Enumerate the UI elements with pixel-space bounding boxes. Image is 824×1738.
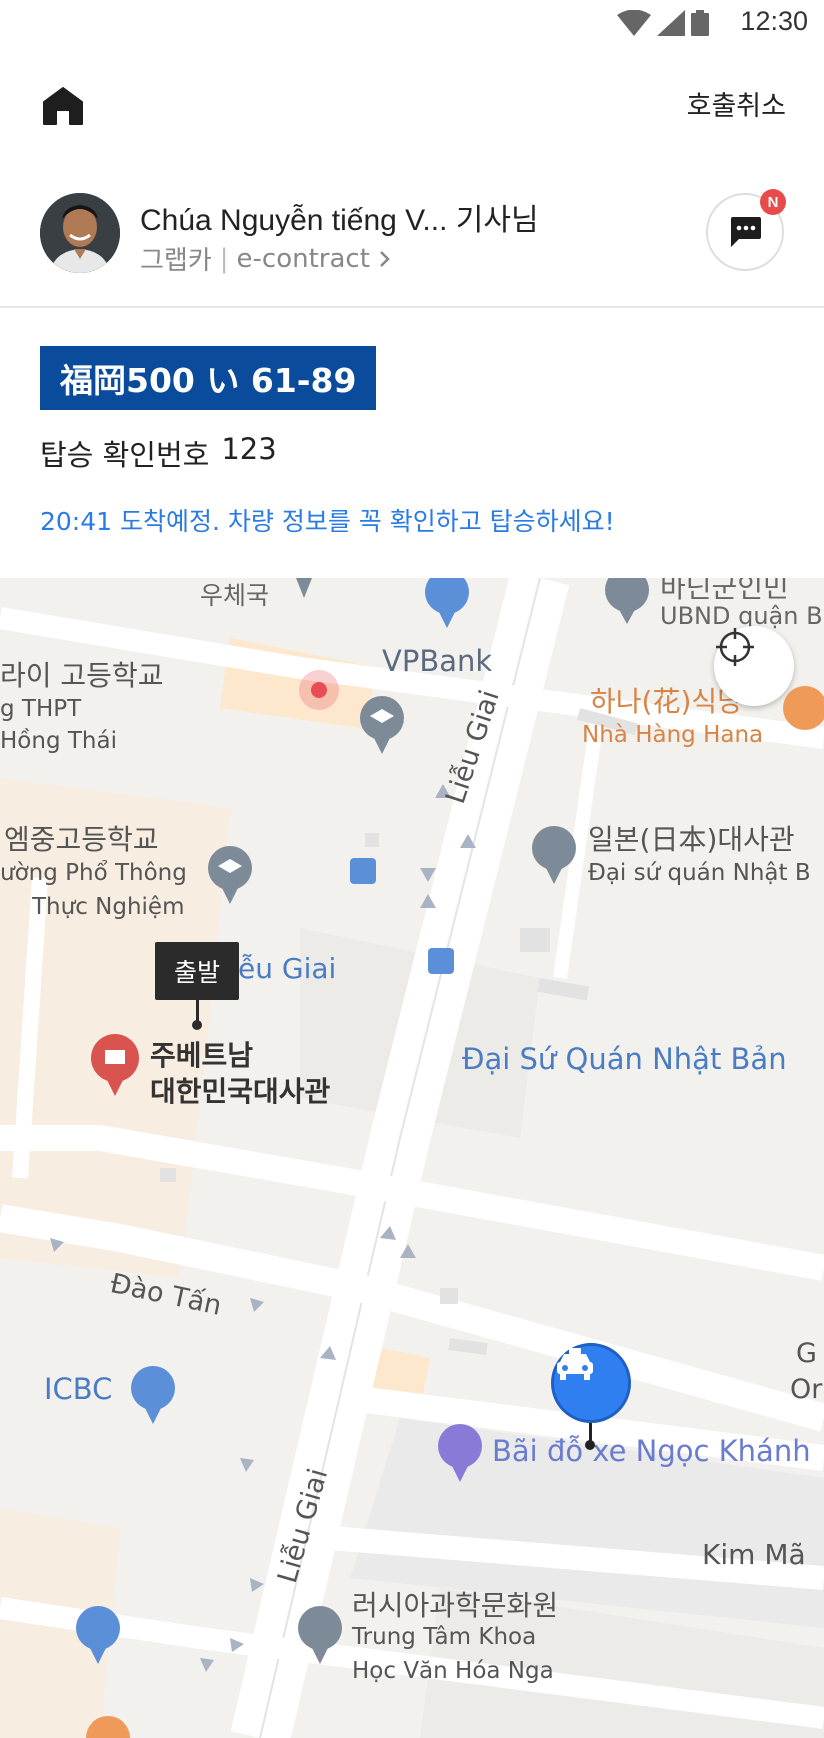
eta-message: 20:41 도착예정. 차량 정보를 꼭 확인하고 탑승하세요!	[40, 507, 615, 536]
e-contract-link[interactable]: e-contract	[237, 244, 370, 274]
map-label-school1-vi1: g THPT	[0, 696, 82, 722]
service-type: 그랩카	[140, 246, 212, 276]
license-plate: 福岡500 い 61-89	[40, 346, 377, 410]
map-label-icbc: ICBC	[44, 1372, 113, 1406]
map-label-or: Or	[790, 1374, 823, 1405]
map-label-vpbank: VPBank	[382, 644, 493, 678]
chevron-right-icon	[380, 250, 390, 267]
taxi-marker[interactable]	[551, 1343, 631, 1423]
taxi-marker-dot	[585, 1440, 595, 1450]
divider	[0, 306, 824, 308]
map-label-parking: Bãi đỗ xe Ngọc Khánh	[492, 1434, 811, 1468]
wifi-icon	[617, 10, 651, 36]
driver-subtitle[interactable]: 그랩카 | e-contract	[140, 240, 392, 277]
map-label-embassy-ko1: 주베트남	[150, 1039, 254, 1072]
driver-photo	[40, 193, 120, 273]
home-icon	[43, 87, 83, 125]
map-label-russia-vi1: Trung Tâm Khoa	[352, 1624, 537, 1650]
cellular-signal-icon	[657, 10, 685, 36]
new-message-badge: N	[760, 189, 786, 215]
driver-name: Chúa Nguyễn tiếng V... 기사님	[140, 204, 539, 237]
map-label-embassy-ko2: 대한민국대사관	[150, 1075, 331, 1108]
map-label-japan-ko: 일본(日本)대사관	[588, 823, 795, 856]
map-canvas	[0, 578, 824, 1738]
car-icon	[557, 1348, 593, 1380]
map-label-kim-ma: Kim Mã	[702, 1538, 806, 1571]
map-view[interactable]: 우체국 VPBank 바딘군인민 UBND quận B 라이 고등학교 g T…	[0, 578, 824, 1738]
boarding-confirmation: 탑승 확인번호 123	[40, 432, 277, 474]
home-button[interactable]	[40, 82, 86, 128]
departure-marker[interactable]: 출발	[155, 942, 239, 1000]
map-label-school1-ko: 라이 고등학교	[0, 659, 164, 692]
map-label-school2-ko: 엠중고등학교	[4, 823, 159, 856]
map-label-hana-vi: Nhà Hàng Hana	[582, 722, 764, 748]
map-label-post-office: 우체국	[200, 581, 270, 610]
departure-marker-dot	[192, 1020, 202, 1030]
map-label-school2-vi1: ường Phổ Thông	[0, 860, 187, 886]
chat-icon	[731, 217, 761, 247]
map-label-lieu-giai-bus: ễu Giai	[238, 952, 337, 985]
my-location-button[interactable]	[714, 626, 794, 706]
top-nav: 호출취소	[0, 60, 824, 152]
map-label-japan-bus: Đại Sứ Quán Nhật Bản	[462, 1042, 787, 1076]
status-time: 12:30	[740, 6, 808, 36]
battery-icon	[691, 10, 709, 36]
map-label-japan-vi: Đại sứ quán Nhật B	[588, 860, 811, 886]
chat-button[interactable]: N	[706, 189, 786, 271]
driver-info: Chúa Nguyễn tiếng V... 기사님 그랩카 | e-contr…	[0, 185, 824, 305]
map-label-school1-vi2: Hồng Thái	[0, 728, 117, 754]
current-location-dot	[311, 682, 327, 698]
confirm-label: 탑승 확인번호	[40, 438, 210, 472]
status-bar: 12:30	[0, 0, 824, 46]
confirm-number: 123	[221, 432, 277, 466]
cancel-ride-button[interactable]: 호출취소	[687, 84, 786, 123]
map-label-russia-ko: 러시아과학문화원	[352, 1589, 559, 1622]
crosshair-icon	[716, 628, 754, 666]
map-label-russia-vi2: Học Văn Hóa Nga	[352, 1658, 554, 1684]
separator: |	[219, 243, 229, 274]
map-label-gc: G	[796, 1338, 817, 1369]
status-icons	[617, 10, 709, 36]
map-label-school2-vi2: Thực Nghiệm	[32, 894, 185, 920]
driver-avatar[interactable]	[40, 193, 120, 273]
